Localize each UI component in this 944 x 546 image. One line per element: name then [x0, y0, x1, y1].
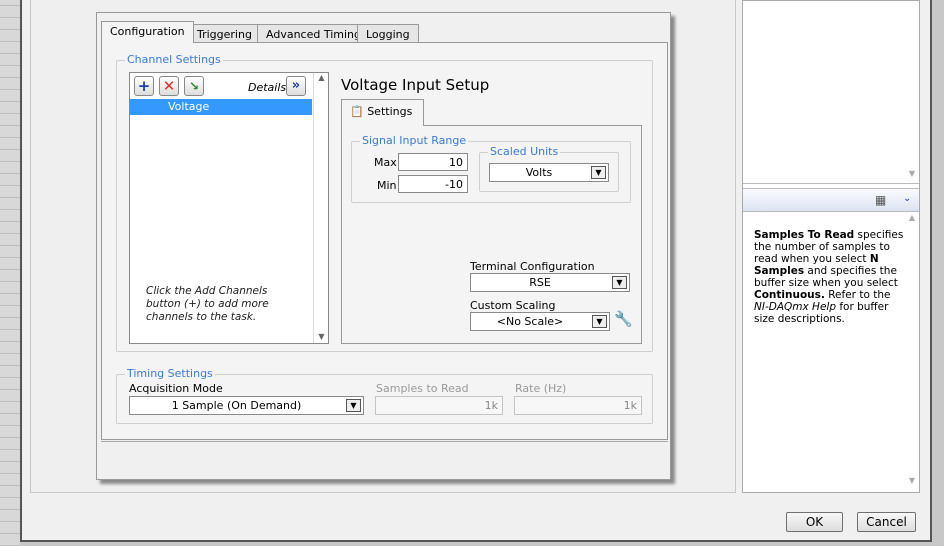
chevron-down-icon[interactable]: ▼ — [346, 399, 361, 412]
help-text-bold: Continuous. — [754, 289, 825, 301]
voltage-setup-title: Voltage Input Setup — [341, 76, 490, 94]
channel-hint: Click the Add Channels button (+) to add… — [146, 285, 269, 323]
rate-input[interactable]: 1k — [514, 396, 642, 415]
terminal-config-label: Terminal Configuration — [470, 260, 595, 273]
configuration-dialog: Configuration Triggering Advanced Timing… — [96, 12, 671, 480]
wrench-icon[interactable]: 🔧 — [614, 310, 633, 328]
acquisition-mode-label: Acquisition Mode — [129, 382, 223, 395]
tab-logging[interactable]: Logging — [357, 24, 419, 43]
help-scroll-down-icon[interactable]: ▼ — [909, 476, 915, 485]
rate-label: Rate (Hz) — [515, 382, 567, 395]
right-panel: ▼ ▦ ⌄ Samples To Read specifies the numb… — [742, 0, 920, 493]
change-icon: ↘ — [188, 79, 200, 93]
chevron-down-icon[interactable]: ▼ — [592, 315, 607, 328]
chevron-down-icon[interactable]: ⌄ — [903, 193, 911, 204]
chevron-down-icon[interactable]: ▼ — [612, 276, 627, 289]
tab-content: Channel Settings + ✕ ↘ Details » Voltage… — [101, 42, 668, 440]
help-text: Samples To Read specifies the number of … — [754, 229, 904, 325]
chevron-down-icon[interactable]: ▼ — [591, 166, 606, 179]
remove-channel-button[interactable]: ✕ — [159, 76, 179, 96]
signal-input-range-group: Signal Input Range Max 10 Min -10 Scaled… — [351, 134, 631, 203]
timing-settings-group: Timing Settings Acquisition Mode 1 Sampl… — [116, 367, 653, 424]
main-panel: Configuration Triggering Advanced Timing… — [30, 0, 736, 493]
channel-settings-title: Channel Settings — [125, 53, 223, 66]
custom-scaling-label: Custom Scaling — [470, 299, 556, 312]
acquisition-mode-value: 1 Sample (On Demand) — [171, 399, 302, 412]
max-input[interactable]: 10 — [398, 153, 468, 171]
terminal-config-value: RSE — [529, 276, 551, 289]
cancel-button[interactable]: Cancel — [857, 512, 916, 532]
max-label: Max — [374, 156, 397, 169]
terminal-config-select[interactable]: RSE ▼ — [470, 273, 630, 292]
help-header: ▦ ⌄ — [743, 188, 919, 212]
tab-triggering[interactable]: Triggering — [188, 24, 261, 43]
right-top-list: ▼ — [743, 1, 919, 184]
samples-to-read-label: Samples to Read — [376, 382, 469, 395]
acquisition-mode-select[interactable]: 1 Sample (On Demand) ▼ — [129, 396, 364, 415]
scaled-units-group: Scaled Units Volts ▼ — [479, 145, 619, 192]
details-label: Details — [248, 81, 287, 94]
dialog-separator — [101, 441, 668, 442]
channel-settings-group: Channel Settings + ✕ ↘ Details » Voltage… — [116, 53, 653, 352]
add-channel-button[interactable]: + — [134, 76, 154, 96]
help-text-part: Refer to the — [824, 289, 891, 301]
add-icon: + — [137, 77, 151, 95]
scroll-down-icon[interactable]: ▼ — [909, 169, 915, 178]
custom-scaling-value: <No Scale> — [496, 315, 564, 328]
channel-list-scrollbar[interactable]: ▲ ▼ — [313, 73, 329, 343]
custom-scaling-select[interactable]: <No Scale> ▼ — [470, 312, 610, 331]
scaled-units-title: Scaled Units — [488, 145, 561, 158]
remove-icon: ✕ — [162, 77, 176, 95]
signal-input-range-title: Signal Input Range — [360, 134, 469, 147]
expand-details-icon: » — [291, 78, 301, 93]
channel-list[interactable]: + ✕ ↘ Details » Voltage Click the Add Ch… — [129, 72, 329, 344]
settings-panel: Signal Input Range Max 10 Min -10 Scaled… — [341, 125, 642, 344]
background-grid — [0, 0, 20, 546]
min-label: Min — [377, 179, 397, 192]
expand-details-button[interactable]: » — [286, 76, 306, 96]
help-scroll-up-icon[interactable]: ▲ — [909, 213, 915, 222]
change-channel-button[interactable]: ↘ — [184, 76, 204, 96]
scaled-units-select[interactable]: Volts ▼ — [489, 163, 609, 182]
help-title: Samples To Read — [754, 229, 855, 241]
ok-button[interactable]: OK — [786, 512, 843, 532]
tab-settings[interactable]: 📋 Settings — [341, 99, 424, 126]
settings-tab-label: Settings — [367, 105, 413, 118]
timing-settings-title: Timing Settings — [125, 367, 215, 380]
settings-icon: 📋 — [350, 105, 364, 118]
help-link[interactable]: NI-DAQmx Help — [754, 301, 836, 313]
min-input[interactable]: -10 — [398, 175, 468, 193]
tab-advanced-timing[interactable]: Advanced Timing — [257, 24, 370, 43]
help-window-icon[interactable]: ▦ — [875, 193, 886, 207]
channel-list-item[interactable]: Voltage — [130, 99, 312, 115]
samples-to-read-input[interactable]: 1k — [375, 396, 503, 415]
scaled-units-value: Volts — [525, 166, 553, 179]
tab-configuration[interactable]: Configuration — [101, 21, 194, 43]
